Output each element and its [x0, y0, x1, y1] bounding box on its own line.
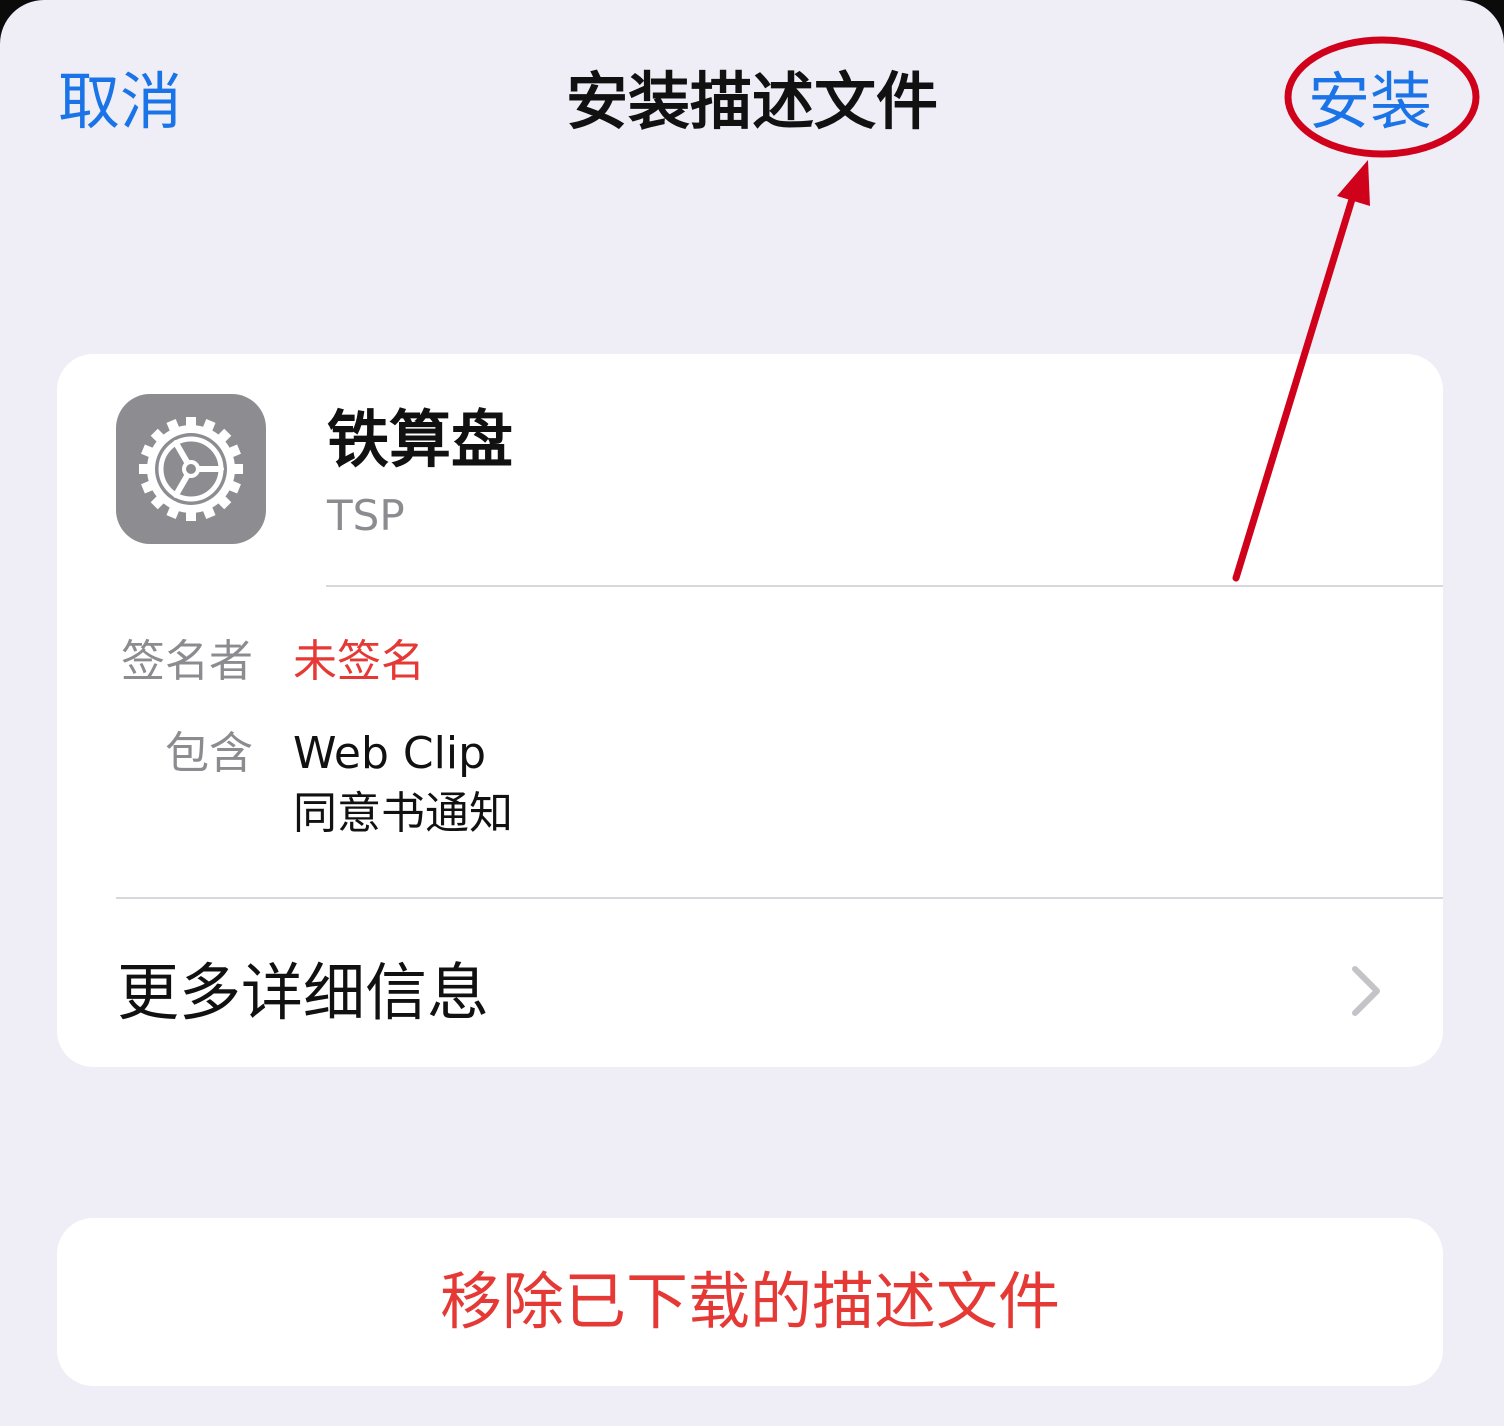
more-details-label: 更多详细信息: [117, 956, 490, 1029]
install-button[interactable]: 安装: [1308, 64, 1432, 140]
more-details-row[interactable]: 更多详细信息: [57, 899, 1443, 1067]
signer-value: 未签名: [293, 636, 425, 687]
profile-name: 铁算盘: [327, 403, 514, 476]
contains-item: 同意书通知: [293, 788, 513, 839]
divider: [326, 585, 1443, 587]
profile-card: 铁算盘 TSP 签名者 未签名 包含 Web Clip 同意书通知 更多详细信息: [57, 354, 1443, 1067]
signer-label: 签名者: [121, 636, 253, 687]
remove-profile-button[interactable]: 移除已下载的描述文件: [57, 1218, 1443, 1386]
annotation-arrow-head: [1337, 160, 1370, 206]
contains-item: Web Clip: [293, 728, 487, 779]
page-title: 安装描述文件: [565, 65, 938, 138]
remove-profile-label: 移除已下载的描述文件: [439, 1265, 1060, 1338]
install-profile-sheet: 取消 安装描述文件 安装 铁算盘 TSP 签名者 未签名 包含 Web Clip…: [0, 0, 1504, 1426]
gear-icon: [116, 394, 266, 544]
profile-organization: TSP: [327, 491, 405, 540]
contains-label: 包含: [165, 728, 253, 779]
chevron-right-icon: [1352, 966, 1380, 1016]
contains-list: Web Clip 同意书通知: [293, 724, 513, 844]
